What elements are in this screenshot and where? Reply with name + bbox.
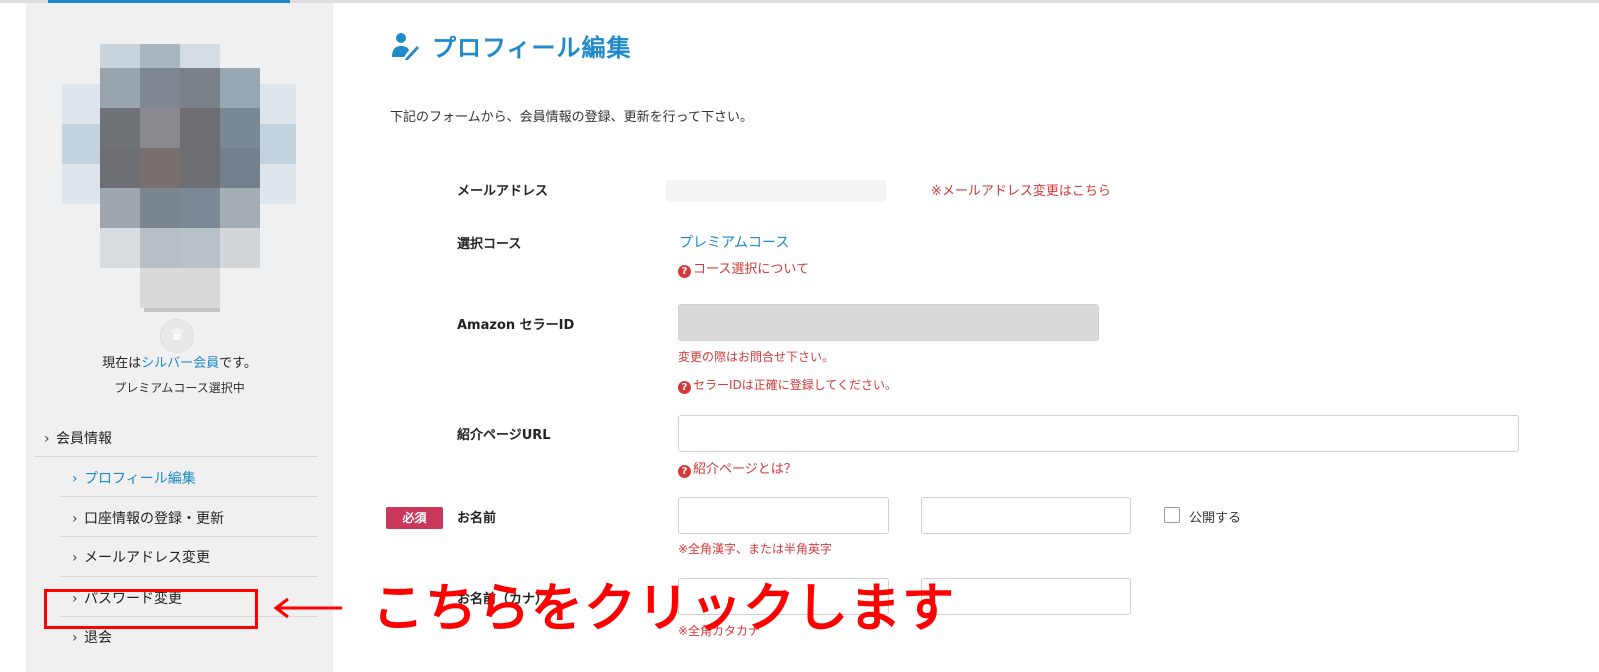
sidebar-item-label: 会員情報 bbox=[56, 431, 112, 447]
course-label: 選択コース bbox=[457, 237, 522, 252]
referral-url-label: 紹介ページURL bbox=[457, 428, 551, 443]
required-badge: 必須 bbox=[386, 507, 443, 529]
highlight-box bbox=[44, 589, 258, 629]
seller-id-field bbox=[678, 304, 1099, 341]
chevron-right-icon: › bbox=[72, 630, 78, 646]
crown-icon: ♛ bbox=[160, 319, 194, 353]
public-checkbox-label[interactable]: 公開する bbox=[1189, 507, 1241, 526]
last-name-input[interactable] bbox=[678, 497, 889, 534]
email-label: メールアドレス bbox=[457, 184, 549, 199]
seller-id-help-text: セラーIDは正確に登録してください。 bbox=[693, 378, 898, 392]
sidebar-item-label: プロフィール編集 bbox=[84, 471, 196, 487]
question-circle-icon: ? bbox=[678, 465, 691, 478]
divider bbox=[34, 456, 318, 457]
question-circle-icon: ? bbox=[678, 381, 691, 394]
member-suffix: です。 bbox=[219, 356, 257, 371]
first-name-input[interactable] bbox=[921, 497, 1131, 534]
chevron-right-icon: › bbox=[44, 431, 50, 447]
member-prefix: 現在は bbox=[102, 356, 142, 371]
sidebar-item-profile-edit[interactable]: › プロフィール編集 bbox=[72, 468, 196, 488]
question-circle-icon: ? bbox=[678, 265, 691, 278]
divider bbox=[60, 536, 318, 537]
sidebar-item-label: 口座情報の登録・更新 bbox=[84, 511, 224, 527]
page-title: プロフィール編集 bbox=[432, 34, 632, 62]
arrow-left-icon bbox=[273, 597, 342, 619]
course-help-link[interactable]: ? コース選択について bbox=[678, 258, 809, 278]
seller-id-help-link[interactable]: ? セラーIDは正確に登録してください。 bbox=[678, 376, 897, 394]
sidebar-item-label: 退会 bbox=[84, 630, 112, 646]
email-change-link[interactable]: ※メールアドレス変更はこちら bbox=[931, 180, 1111, 199]
seller-id-note: 変更の際はお問合せ下さい。 bbox=[678, 350, 835, 364]
email-value-masked bbox=[666, 180, 886, 202]
name-note: ※全角漢字、または半角英字 bbox=[678, 542, 833, 556]
member-level-link[interactable]: シルバー会員 bbox=[141, 356, 219, 371]
referral-help-text: 紹介ページとは？ bbox=[693, 462, 797, 477]
sidebar: ♛ 現在はシルバー会員です。 プレミアムコース選択中 › 会員情報 › プロフィール… bbox=[26, 3, 333, 672]
chevron-right-icon: › bbox=[72, 550, 78, 566]
course-help-text: コース選択について bbox=[693, 262, 809, 277]
chevron-right-icon: › bbox=[72, 511, 78, 527]
referral-help-link[interactable]: ? 紹介ページとは？ bbox=[678, 458, 797, 478]
seller-id-label: Amazon セラーID bbox=[457, 318, 575, 333]
referral-url-input[interactable] bbox=[678, 415, 1519, 452]
sidebar-item-member-info[interactable]: › 会員情報 bbox=[44, 428, 112, 448]
sidebar-item-bank-register[interactable]: › 口座情報の登録・更新 bbox=[72, 508, 224, 528]
sidebar-item-withdraw[interactable]: › 退会 bbox=[72, 627, 112, 647]
member-status: 現在はシルバー会員です。 bbox=[26, 352, 333, 371]
divider bbox=[60, 576, 318, 577]
divider bbox=[60, 496, 318, 497]
intro-text: 下記のフォームから、会員情報の登録、更新を行って下さい。 bbox=[390, 110, 753, 125]
avatar[interactable] bbox=[62, 44, 303, 319]
annotation-text: こちらをクリックします bbox=[372, 579, 956, 639]
course-value-link[interactable]: プレミアムコース bbox=[679, 232, 789, 252]
public-checkbox[interactable] bbox=[1164, 507, 1180, 523]
course-status: プレミアムコース選択中 bbox=[114, 381, 245, 395]
sidebar-item-label: メールアドレス変更 bbox=[84, 550, 210, 566]
chevron-right-icon: › bbox=[72, 471, 78, 487]
user-edit-icon bbox=[392, 33, 419, 60]
name-label: お名前 bbox=[457, 511, 497, 526]
sidebar-item-email-change[interactable]: › メールアドレス変更 bbox=[72, 547, 210, 567]
